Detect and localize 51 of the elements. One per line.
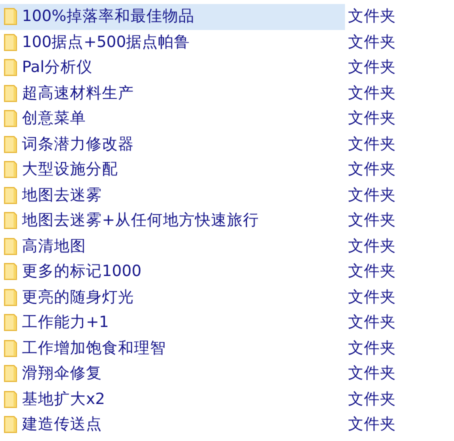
file-type: 文件夹 xyxy=(348,159,396,180)
file-name-cell[interactable]: 滑翔伞修复 xyxy=(0,361,345,386)
file-type: 文件夹 xyxy=(348,286,396,308)
folder-icon xyxy=(4,136,17,153)
file-type: 文件夹 xyxy=(348,6,396,28)
file-name-cell[interactable]: 地图去迷雾 xyxy=(0,182,345,208)
folder-icon xyxy=(4,84,17,102)
file-name-cell[interactable]: 更亮的随身灯光 xyxy=(0,284,345,310)
file-name-cell[interactable]: 100%掉落率和最佳物品 xyxy=(0,4,345,30)
folder-icon xyxy=(4,416,17,434)
file-type: 文件夹 xyxy=(348,338,396,359)
folder-icon xyxy=(4,390,17,408)
file-type: 文件夹 xyxy=(348,134,396,155)
file-type: 文件夹 xyxy=(348,261,396,282)
file-name-cell[interactable]: 超高速材料生产 xyxy=(0,80,345,106)
file-name-cell[interactable]: 创意菜单 xyxy=(0,106,345,132)
file-name-cell[interactable]: 大型设施分配 xyxy=(0,157,345,182)
file-type: 文件夹 xyxy=(348,236,396,257)
file-type: 文件夹 xyxy=(348,32,396,53)
folder-icon xyxy=(4,288,17,306)
folder-icon xyxy=(4,340,17,357)
folder-icon xyxy=(4,238,17,255)
file-name-cell[interactable]: 工作能力+1 xyxy=(0,310,345,336)
file-name-cell[interactable]: 建造传送点 xyxy=(0,412,345,438)
file-name-cell[interactable]: 工作增加饱食和理智 xyxy=(0,336,345,361)
folder-icon xyxy=(4,59,17,76)
file-type: 文件夹 xyxy=(348,388,396,410)
folder-icon xyxy=(4,314,17,332)
folder-icon xyxy=(4,110,17,128)
file-type: 文件夹 xyxy=(348,312,396,334)
file-type: 文件夹 xyxy=(348,184,396,206)
folder-icon xyxy=(4,161,17,178)
file-name-cell[interactable]: Pal分析仪 xyxy=(0,55,345,80)
folder-icon xyxy=(4,186,17,204)
folder-icon xyxy=(4,365,17,382)
file-type: 文件夹 xyxy=(348,363,396,384)
folder-icon xyxy=(4,212,17,230)
file-type: 文件夹 xyxy=(348,108,396,130)
file-name-cell[interactable]: 词条潜力修改器 xyxy=(0,132,345,157)
file-name-cell[interactable]: 地图去迷雾+从任何地方快速旅行 xyxy=(0,208,345,234)
file-type: 文件夹 xyxy=(348,210,396,232)
file-name-cell[interactable]: 100据点+500据点帕鲁 xyxy=(0,30,345,55)
file-type: 文件夹 xyxy=(348,82,396,104)
folder-icon xyxy=(4,34,17,51)
file-name-cell[interactable]: 基地扩大x2 xyxy=(0,386,345,412)
folder-icon xyxy=(4,8,17,26)
file-type: 文件夹 xyxy=(348,57,396,78)
file-name-cell[interactable]: 高清地图 xyxy=(0,234,345,259)
file-type: 文件夹 xyxy=(348,414,396,436)
folder-icon xyxy=(4,263,17,280)
file-name-cell[interactable]: 更多的标记1000 xyxy=(0,259,345,284)
